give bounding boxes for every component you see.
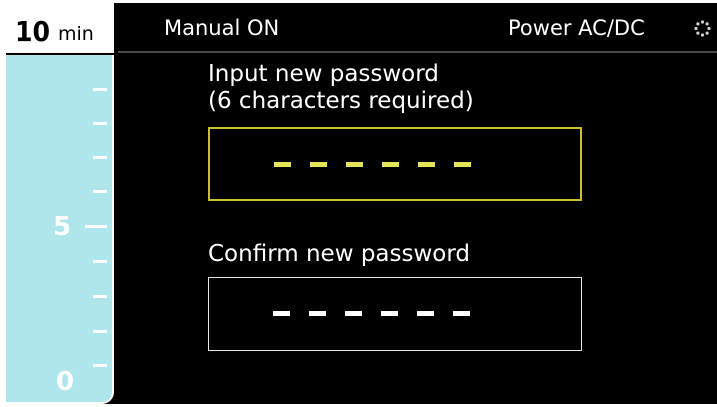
timer-max-value: 10 — [15, 15, 51, 48]
gauge-tick — [93, 295, 107, 298]
gauge-tick — [93, 190, 107, 193]
mode-status: Manual ON — [164, 16, 280, 40]
spinner-icon — [694, 20, 711, 37]
timer-gauge-header: 10 min — [6, 3, 114, 53]
confirm-password-field[interactable] — [208, 277, 582, 351]
password-char-slot — [346, 162, 363, 167]
password-char-slot — [273, 311, 290, 316]
new-password-placeholder — [274, 162, 471, 167]
gauge-tick — [93, 122, 107, 125]
new-password-field[interactable] — [208, 127, 582, 201]
password-char-slot — [274, 162, 291, 167]
password-char-slot — [310, 162, 327, 167]
password-char-slot — [382, 162, 399, 167]
status-bar: Manual ON Power AC/DC — [118, 3, 717, 53]
timer-min-label: 0 — [56, 367, 75, 397]
password-char-slot — [309, 311, 326, 316]
confirm-password-placeholder — [273, 311, 470, 316]
password-char-slot — [417, 311, 434, 316]
timer-unit: min — [58, 23, 94, 45]
device-screen: 10 min 5 0 Manual ON Power AC/DC Input n… — [6, 3, 717, 404]
gauge-tick — [93, 156, 107, 159]
new-password-requirement: (6 characters required) — [208, 88, 474, 114]
power-status: Power AC/DC — [508, 16, 645, 40]
new-password-prompt: Input new password — [208, 61, 439, 87]
password-char-slot — [345, 311, 362, 316]
password-char-slot — [418, 162, 435, 167]
gauge-tick — [93, 88, 107, 91]
gauge-tick — [93, 260, 107, 263]
timer-mid-label: 5 — [53, 212, 72, 242]
password-char-slot — [454, 162, 471, 167]
confirm-password-prompt: Confirm new password — [208, 241, 471, 267]
gauge-tick-major — [85, 225, 107, 228]
gauge-tick — [93, 330, 107, 333]
gauge-tick — [93, 364, 107, 367]
password-char-slot — [453, 311, 470, 316]
password-char-slot — [381, 311, 398, 316]
